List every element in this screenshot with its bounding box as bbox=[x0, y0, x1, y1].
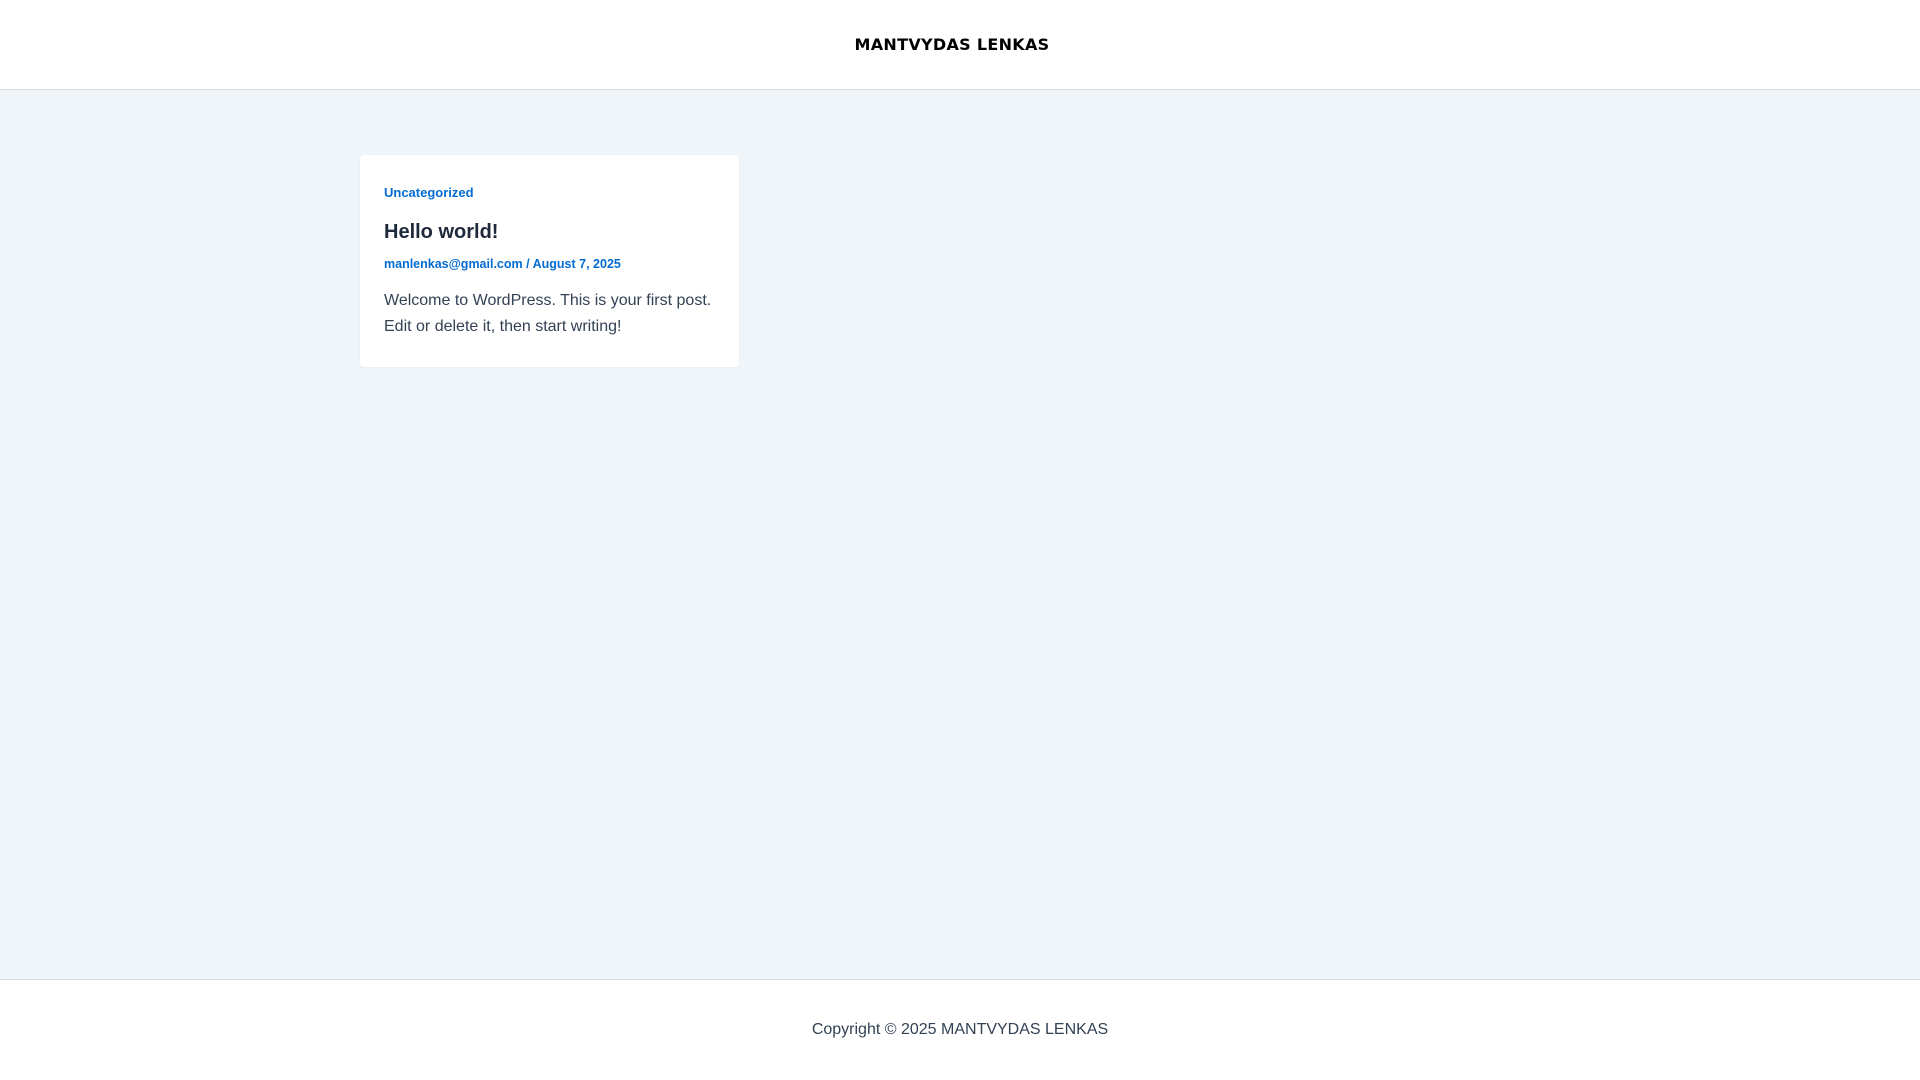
post-meta: manlenkas@gmail.com / August 7, 2025 bbox=[384, 256, 715, 272]
post-author-link[interactable]: manlenkas@gmail.com bbox=[384, 257, 523, 271]
post-card: Uncategorized Hello world! manlenkas@gma… bbox=[360, 155, 739, 367]
site-footer: Copyright © 2025 MANTVYDAS LENKAS bbox=[0, 979, 1920, 1080]
main-content: Uncategorized Hello world! manlenkas@gma… bbox=[0, 90, 1920, 979]
post-date-link[interactable]: August 7, 2025 bbox=[533, 257, 621, 271]
post-excerpt: Welcome to WordPress. This is your first… bbox=[384, 292, 712, 335]
post-title-link[interactable]: Hello world! bbox=[384, 219, 715, 245]
post-category-link[interactable]: Uncategorized bbox=[384, 185, 715, 201]
footer-copyright: Copyright © 2025 MANTVYDAS LENKAS bbox=[811, 1021, 1109, 1038]
site-header: MANTVYDAS LENKAS bbox=[0, 0, 1920, 90]
site-title-link[interactable]: MANTVYDAS LENKAS bbox=[855, 35, 1050, 54]
